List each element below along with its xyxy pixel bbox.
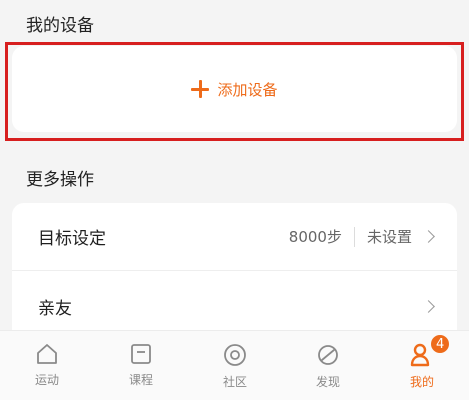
value-divider [353,226,355,247]
goal-status: 未设置 [366,228,412,246]
friends-values [412,299,435,313]
tab-sport[interactable]: 运动 [0,331,94,400]
tab-mine[interactable]: 我的 4 [375,331,469,400]
tab-course[interactable]: 课程 [94,331,188,400]
chevron-right-icon [422,299,435,313]
tab-label: 我的 [409,375,434,389]
add-device-label: 添加设备 [217,80,278,99]
plus-icon [191,80,210,98]
discover-icon [318,345,338,365]
add-device-card[interactable]: 添加设备 [12,46,457,132]
bottom-tab-bar: 运动 课程 社区 发现 我的 4 [0,330,469,400]
tab-label: 社区 [222,375,247,389]
operations-card: 目标设定 8000步 未设置 亲友 [12,203,457,343]
step-goal-value: 8000步 [288,228,342,246]
goal-setting-values: 8000步 未设置 [288,226,435,247]
chevron-right-icon [422,230,435,243]
home-icon [37,344,57,364]
notification-badge: 4 [430,334,451,354]
section-title-my-devices: 我的设备 [26,16,94,36]
section-title-more-actions: 更多操作 [26,170,94,190]
goal-setting-label: 目标设定 [38,229,106,249]
tab-label: 课程 [128,373,153,387]
tab-community[interactable]: 社区 [188,331,282,400]
tab-discover[interactable]: 发现 [281,331,375,400]
goal-setting-row[interactable]: 目标设定 8000步 未设置 [12,203,457,271]
tab-label: 发现 [315,375,340,389]
tab-label: 运动 [34,373,59,387]
community-icon [224,344,246,366]
course-icon [131,344,151,364]
friends-label: 亲友 [38,298,72,319]
